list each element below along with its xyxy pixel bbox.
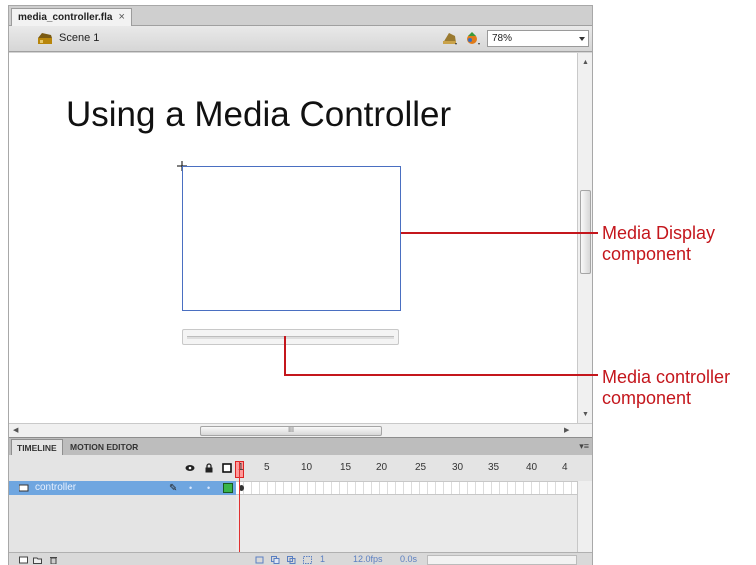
callout-line-1: Media controller [602,367,731,387]
frame-rate[interactable]: 12.0fps [353,554,383,564]
outline-icon[interactable] [222,463,232,473]
layer-row-controller[interactable]: controller ✎ • • [9,481,236,495]
frame-number: 40 [526,462,538,473]
callout-media-controller: Media controller component [602,367,730,409]
scroll-up-icon[interactable]: ▲ [582,59,589,66]
chevron-down-icon [579,37,585,41]
new-layer-icon[interactable] [19,556,28,564]
pencil-icon: ✎ [169,483,178,494]
edit-scene-icon[interactable] [441,30,459,46]
frame-number: 35 [488,462,500,473]
frame-number: 30 [452,462,464,473]
trash-icon[interactable] [49,556,58,564]
stage[interactable]: Using a Media Controller [9,53,577,423]
lock-dot[interactable]: • [207,483,210,493]
layer-icon [19,484,29,492]
playhead-line [239,461,240,565]
edit-multiple-frames-icon[interactable] [303,556,312,564]
frame-number: 25 [415,462,427,473]
visibility-dot[interactable]: • [189,483,192,493]
flash-editor-window: media_controller.fla × Scene 1 78% Using… [8,5,593,565]
stage-horizontal-scrollbar[interactable]: ◀ III ▶ [9,423,592,437]
zoom-value: 78% [492,33,513,44]
onion-skin-icon[interactable] [271,556,280,564]
scroll-left-icon[interactable]: ◀ [13,426,18,434]
callout-line-2: component [602,244,692,264]
stage-title-text[interactable]: Using a Media Controller [66,95,451,135]
zoom-select[interactable]: 78% [487,30,589,47]
frame-number: 15 [340,462,352,473]
callout-media-display: Media Display component [602,223,715,265]
panel-menu-icon[interactable]: ▾≡ [579,441,589,452]
scroll-grip: III [288,427,294,434]
callout-line-controller-horizontal [284,374,598,376]
document-tab-bar: media_controller.fla × [9,6,592,26]
document-tab[interactable]: media_controller.fla × [11,8,132,26]
frame-number: 10 [301,462,313,473]
controller-track [187,336,394,339]
timeline-vertical-scrollbar[interactable] [577,481,592,553]
close-tab-icon[interactable]: × [118,9,124,26]
document-tab-title: media_controller.fla [18,12,113,23]
timeline-header: 1 5 10 15 20 25 30 35 40 4 [9,455,592,481]
new-folder-icon[interactable] [33,556,42,564]
layer-name[interactable]: controller [35,482,76,493]
frames-area-empty [236,495,577,552]
scene-label[interactable]: Scene 1 [59,32,99,44]
lock-icon[interactable] [204,463,214,473]
frame-number: 20 [376,462,388,473]
layer-list-empty [9,495,236,552]
frame-number: 4 [562,462,568,473]
panel-tab-bar: TIMELINE MOTION EDITOR ▾≡ [9,437,592,456]
onion-outline-icon[interactable] [287,556,296,564]
tab-motion-editor[interactable]: MOTION EDITOR [65,439,143,456]
timeline-footer: 1 12.0fps 0.0s [9,552,592,565]
media-display-component[interactable] [182,166,401,311]
callout-line-display [401,232,598,234]
media-controller-component[interactable] [182,329,399,345]
callout-line-2: component [602,388,692,408]
edit-bar: Scene 1 78% [9,26,592,52]
frames-row-controller[interactable] [236,481,577,495]
callout-line-controller-vertical [284,336,286,376]
outline-color-box[interactable] [223,483,233,493]
elapsed-time: 0.0s [400,554,418,564]
scroll-right-icon[interactable]: ▶ [564,426,569,434]
horizontal-scroll-thumb[interactable]: III [200,426,382,436]
edit-symbols-icon[interactable] [464,30,482,46]
stage-vertical-scrollbar[interactable]: ▲ ▼ [577,53,592,423]
tab-timeline[interactable]: TIMELINE [11,439,63,456]
callout-line-1: Media Display [602,223,716,243]
scene-icon [38,33,52,44]
timeline-horizontal-scrollbar[interactable] [427,555,577,565]
current-frame: 1 [320,554,326,564]
frame-number: 5 [264,462,270,473]
eye-icon[interactable] [185,463,195,473]
scroll-down-icon[interactable]: ▼ [582,411,589,418]
center-frame-icon[interactable] [255,556,264,564]
